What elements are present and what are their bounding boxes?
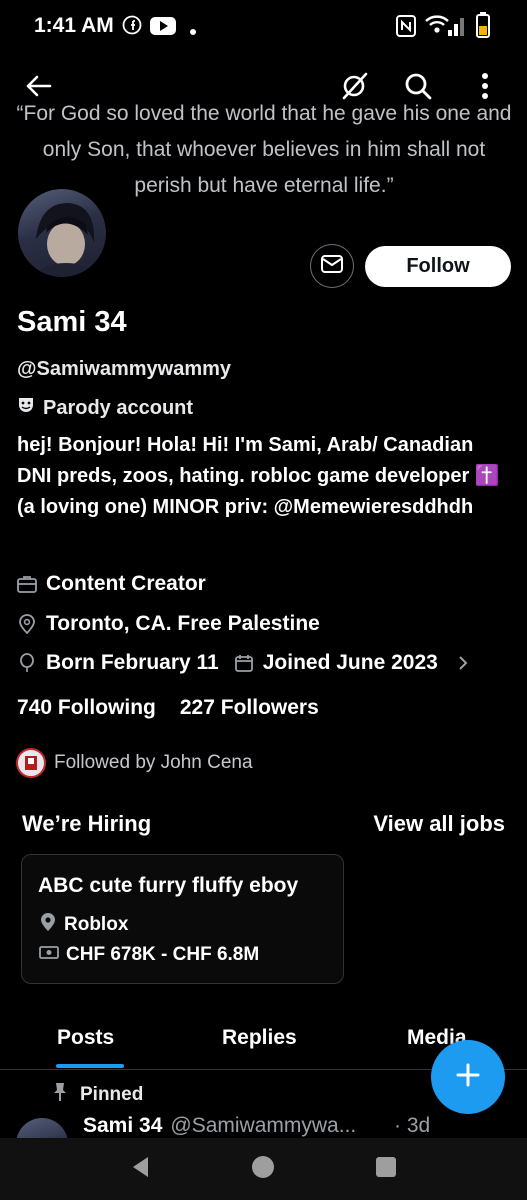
tab-posts[interactable]: Posts — [57, 1026, 114, 1050]
profile-bio: hej! Bonjour! Hola! Hi! I'm Sami, Arab/ … — [17, 434, 500, 518]
job-title: ABC cute furry fluffy eboy — [38, 874, 299, 897]
location-pin-icon — [17, 614, 37, 634]
category-text: Content Creator — [46, 572, 206, 595]
profile-name: Sami 34 — [17, 306, 127, 338]
post-author-handle: @Samiwammywa... — [170, 1114, 357, 1137]
job-salary-text: CHF 678K - CHF 6.8M — [66, 944, 260, 965]
plus-icon — [455, 1062, 481, 1093]
post-time: · 3d — [394, 1114, 431, 1137]
mail-icon — [320, 254, 344, 279]
location-text: Toronto, CA. Free Palestine — [46, 612, 320, 635]
dot-icon — [190, 22, 196, 40]
follower-avatar — [16, 748, 46, 778]
balloon-icon — [17, 653, 37, 673]
nav-recents-icon[interactable] — [375, 1156, 397, 1183]
parody-label: Parody account — [17, 396, 193, 420]
nav-back-icon[interactable] — [130, 1155, 152, 1184]
battery-icon — [476, 12, 490, 43]
post-header: Sami 34 @Samiwammywa... — [83, 1114, 356, 1138]
cash-icon — [39, 944, 59, 966]
profile-category: Content Creator — [17, 572, 206, 596]
pinned-indicator: Pinned — [52, 1082, 143, 1108]
chevron-right-icon[interactable] — [453, 653, 473, 673]
hiring-title: We’re Hiring — [22, 811, 152, 836]
calendar-icon — [234, 653, 254, 673]
followers-label: Followers — [220, 696, 319, 719]
status-time: 1:41 AM — [34, 14, 114, 37]
post-author-name[interactable]: Sami 34 — [83, 1114, 162, 1138]
pin-icon — [52, 1082, 68, 1108]
follow-counts: 740 Following 227 Followers — [17, 696, 319, 720]
banner-quote: “For God so loved the world that he gave… — [16, 102, 512, 197]
following-label: Following — [57, 696, 156, 719]
follow-button[interactable]: Follow — [365, 246, 511, 287]
job-salary: CHF 678K - CHF 6.8M — [39, 944, 259, 966]
more-vert-icon — [481, 72, 489, 105]
following-count: 740 — [17, 696, 53, 719]
nfc-icon — [396, 15, 416, 42]
followed-by[interactable]: Followed by John Cena — [16, 748, 253, 778]
tab-replies[interactable]: Replies — [222, 1026, 297, 1050]
job-location: Roblox — [39, 912, 128, 938]
followers-count: 227 — [179, 696, 215, 719]
job-location-text: Roblox — [64, 914, 129, 935]
grok-icon — [339, 71, 369, 106]
compose-post-button[interactable] — [431, 1040, 505, 1114]
location-pin-filled-icon — [39, 912, 57, 938]
message-button[interactable] — [310, 244, 354, 288]
following-link[interactable]: 740 Following — [17, 696, 156, 720]
status-bar: 1:41 AM — [0, 0, 527, 52]
pinned-label: Pinned — [80, 1084, 144, 1105]
avatar-illustration — [34, 203, 98, 277]
theater-masks-icon — [17, 396, 35, 420]
profile-location: Toronto, CA. Free Palestine — [17, 612, 320, 636]
followed-by-text: Followed by John Cena — [54, 752, 253, 773]
back-arrow-icon — [24, 72, 52, 105]
parody-text: Parody account — [43, 396, 194, 419]
born-text: Born February 11 — [46, 651, 219, 674]
signal-icon — [446, 12, 468, 43]
joined-text: Joined June 2023 — [262, 651, 438, 674]
youtube-icon — [150, 17, 176, 40]
back-button[interactable] — [16, 66, 60, 110]
search-icon — [403, 71, 433, 106]
facebook-icon — [122, 15, 142, 40]
view-all-jobs-link[interactable]: View all jobs — [373, 811, 505, 837]
more-options-button[interactable] — [463, 66, 507, 110]
system-nav-bar — [0, 1138, 527, 1200]
grok-button[interactable] — [332, 66, 376, 110]
active-tab-indicator — [56, 1064, 124, 1068]
followers-link[interactable]: 227 Followers — [180, 696, 319, 720]
briefcase-icon — [17, 574, 37, 594]
profile-handle: @Samiwammywammy — [17, 358, 232, 380]
search-button[interactable] — [396, 66, 440, 110]
profile-avatar[interactable] — [15, 186, 109, 280]
profile-dates: Born February 11 Joined June 2023 — [17, 651, 473, 675]
job-card[interactable]: ABC cute furry fluffy eboy Roblox CHF 67… — [21, 854, 344, 984]
nav-home-icon[interactable] — [251, 1155, 275, 1184]
